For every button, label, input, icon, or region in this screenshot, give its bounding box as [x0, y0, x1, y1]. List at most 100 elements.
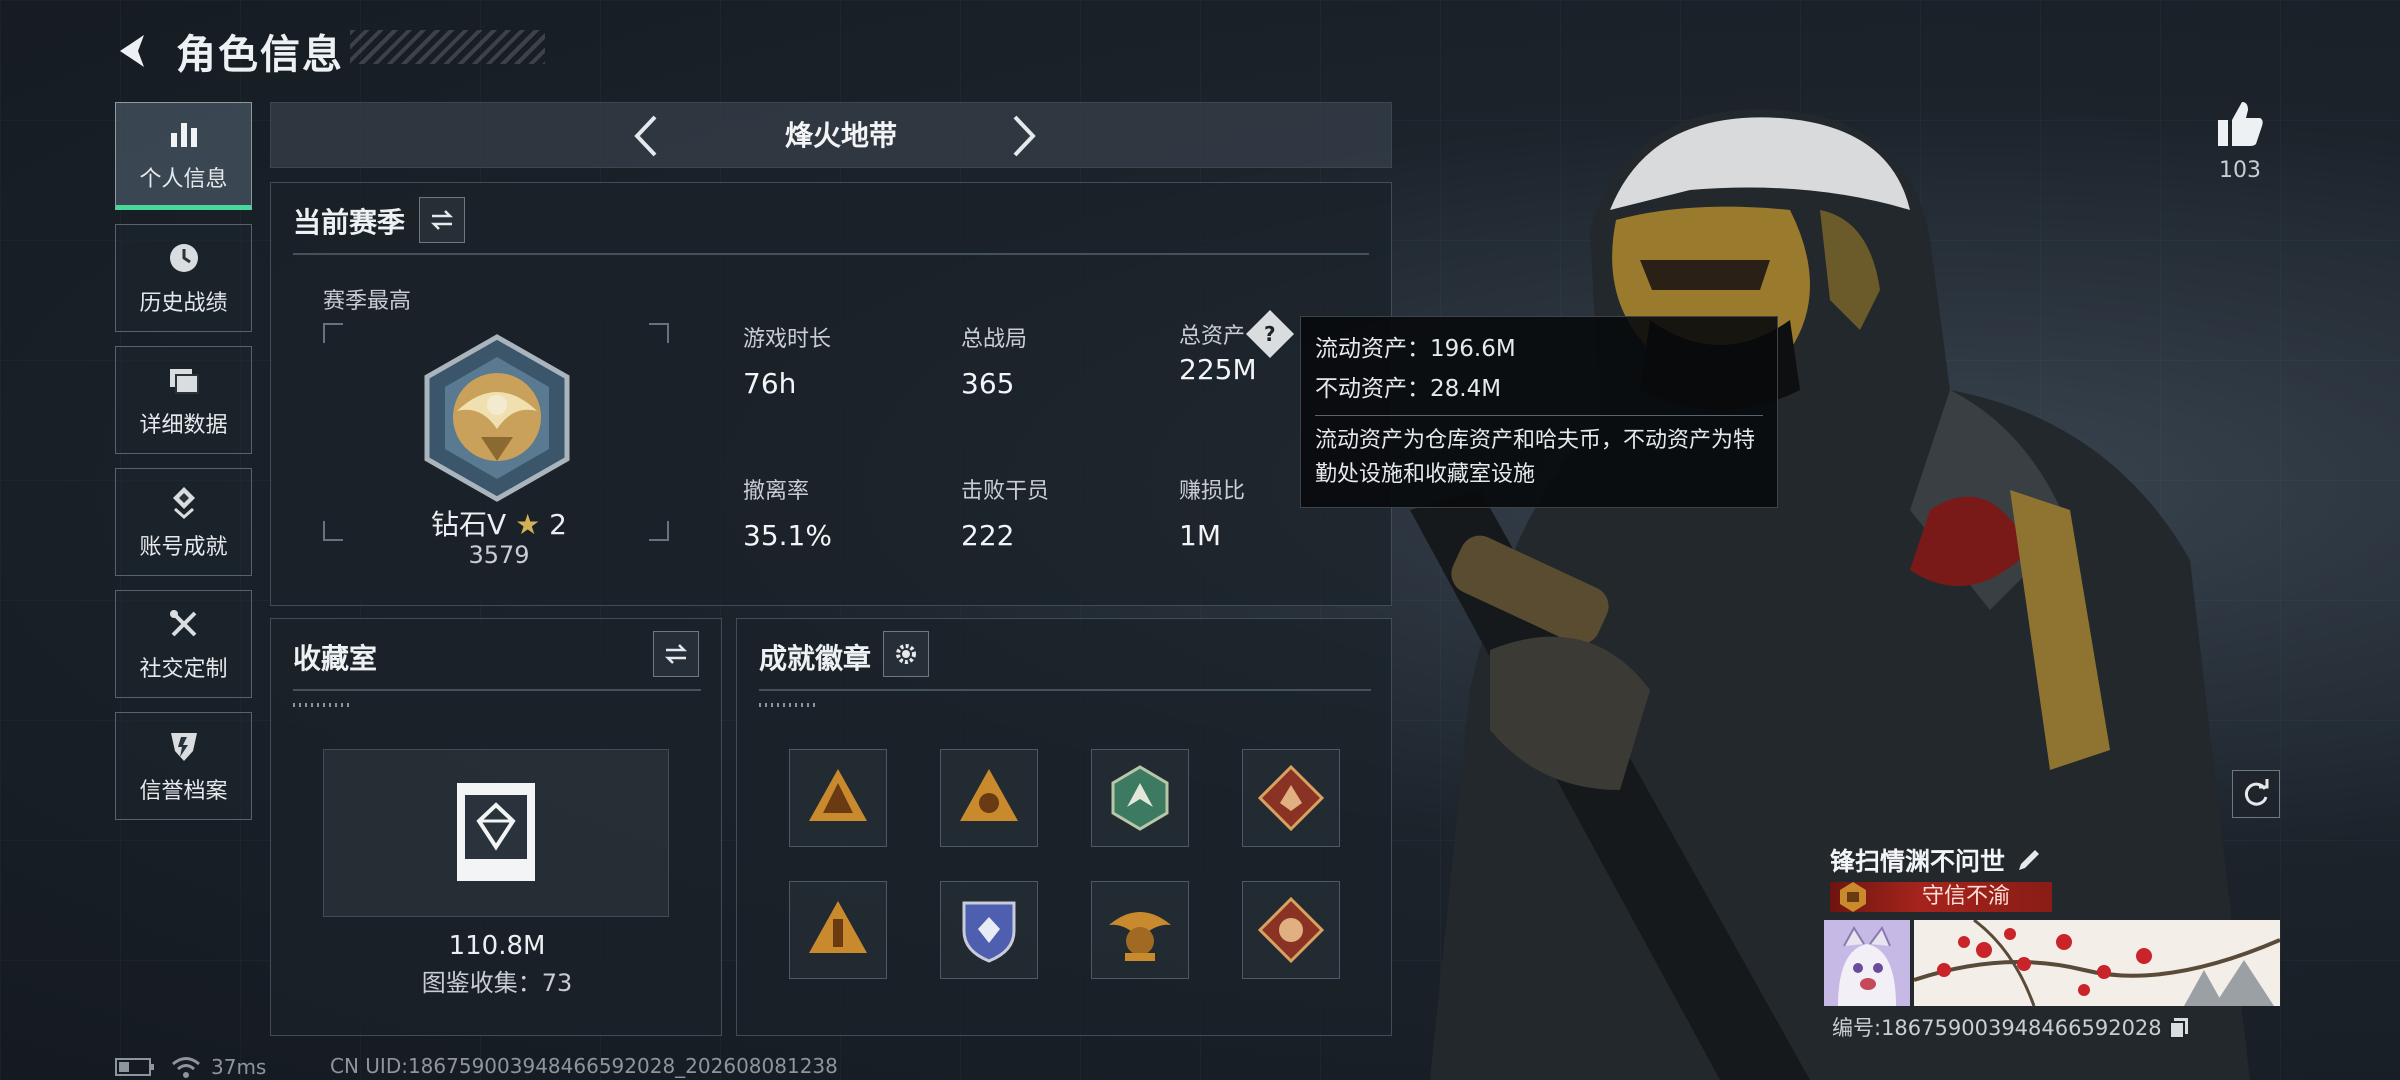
player-name-text: 锋扫情渊不问世 [1830, 847, 2006, 876]
swap-arrows-icon [430, 210, 454, 230]
stat-value: 76h [743, 367, 797, 400]
dots-decoration [759, 703, 819, 707]
copy-icon[interactable] [2168, 1016, 2190, 1038]
triangle-eye-badge-icon [960, 769, 1018, 821]
stat-extract-rate: 撤离率 35.1% [743, 473, 832, 552]
sidebar-item-label: 账号成就 [139, 535, 228, 560]
stat-value: 1M [1179, 519, 1221, 552]
sidebar: 个人信息 历史战绩 详细数据 账号成就 社交定制 信誉档案 [115, 102, 252, 834]
season-title: 当前赛季 [293, 206, 406, 239]
honor-title: 守信不渝 [1921, 884, 2010, 909]
sidebar-item-personal-info[interactable]: 个人信息 [115, 102, 252, 210]
divider [293, 689, 701, 691]
tooltip-separator [1315, 415, 1763, 416]
eagle-crest-badge-icon [1109, 912, 1171, 961]
badge-slot[interactable] [789, 881, 887, 979]
chevron-right-icon[interactable] [997, 111, 1047, 161]
sidebar-item-reputation[interactable]: 信誉档案 [115, 712, 252, 820]
switch-collection-button[interactable] [653, 631, 699, 677]
achievement-icon [172, 487, 195, 520]
season-panel: 当前赛季 赛季最高 钻石V ★ 2 3579 游戏时长 76h 总战局 365 … [270, 182, 1392, 606]
like-count: 103 [2219, 158, 2261, 183]
title-stripes-decoration [350, 30, 545, 64]
divider [293, 253, 1369, 255]
triangle-soldier-badge-icon [809, 901, 867, 953]
shield-badge-icon [170, 733, 197, 761]
sidebar-item-achievements[interactable]: 账号成就 [115, 468, 252, 576]
badge-slot[interactable] [1091, 749, 1189, 847]
player-id: 编号:1867590039484665920​28 [1832, 1012, 2190, 1042]
stat-operators-defeated: 击败干员 222 [961, 473, 1049, 552]
diamond-rank-medal-icon [424, 334, 570, 502]
stat-play-time: 游戏时长 76h [743, 321, 831, 400]
rank-tier: 钻石V [431, 508, 507, 541]
stat-label: 总资产 [1179, 324, 1246, 349]
sidebar-item-label: 历史战绩 [139, 291, 228, 316]
chevron-left-icon[interactable] [623, 111, 673, 161]
status-bar: 37ms [115, 1054, 266, 1080]
badge-settings-button[interactable] [883, 631, 929, 677]
badges-title: 成就徽章 [759, 642, 872, 675]
badges-panel: 成就徽章 [736, 618, 1392, 1036]
shield-gem-badge-icon [962, 901, 1016, 963]
player-id-text: 编号:1867590039484665920​28 [1832, 1016, 2162, 1040]
badge-slot[interactable] [940, 881, 1038, 979]
tooltip-description: 流动资产为仓库资产和哈夫币，不动资产为特勤处设施和收藏室设施 [1315, 428, 1756, 487]
mode-selector: 烽火地带 [270, 102, 1392, 168]
uid-text: CN UID:1867590039484665920​28_2026080812… [330, 1054, 838, 1078]
collection-value: 110.8M [448, 931, 546, 961]
page-title: 角色信息 [176, 32, 344, 78]
help-icon[interactable]: ? [1245, 309, 1295, 359]
plum-blossom-banner [1914, 920, 2280, 1006]
dots-decoration [293, 703, 353, 707]
diamond-beast-badge-icon [1257, 896, 1325, 964]
bar-chart-icon [170, 123, 197, 147]
switch-season-button[interactable] [419, 197, 465, 243]
stat-label: 总战局 [961, 327, 1028, 352]
sidebar-item-label: 个人信息 [139, 167, 228, 192]
stat-total-assets: 总资产 ? 225M [1179, 309, 1295, 386]
honor-emblem-icon [1840, 882, 1866, 912]
wifi-icon [172, 1057, 200, 1078]
badge-slot[interactable] [1242, 881, 1340, 979]
tooltip-liquid-assets: 流动资产：196.6M [1315, 336, 1516, 362]
stat-label: 撤离率 [743, 479, 810, 504]
refresh-button[interactable] [2232, 770, 2280, 818]
sidebar-item-label: 社交定制 [139, 657, 228, 682]
stat-label: 赚损比 [1179, 479, 1246, 504]
badge-slot[interactable] [940, 749, 1038, 847]
edit-pencil-icon[interactable] [2015, 846, 2043, 874]
collection-count: 图鉴收集：73 [421, 969, 573, 997]
rank-name: 钻石V ★ 2 [371, 503, 627, 543]
help-glyph: ? [1264, 321, 1276, 346]
history-clock-icon [169, 244, 198, 272]
stat-label-row: 总资产 ? [1179, 309, 1295, 359]
hexagon-wolf-badge-icon [1111, 765, 1169, 831]
sidebar-item-label: 信誉档案 [139, 779, 228, 804]
sidebar-item-label: 详细数据 [139, 413, 228, 438]
avatar[interactable] [1824, 920, 1910, 1006]
stat-value: 225M [1179, 353, 1257, 386]
sidebar-item-history[interactable]: 历史战绩 [115, 224, 252, 332]
ping-value: 37ms [211, 1055, 267, 1079]
diamond-dragon-badge-icon [1257, 764, 1325, 832]
back-arrow-icon[interactable] [112, 29, 156, 73]
page-header: 角色信息 [112, 22, 344, 80]
thumbs-up-icon[interactable] [2212, 96, 2268, 152]
badge-slot[interactable] [789, 749, 887, 847]
mode-title: 烽火地带 [784, 119, 897, 152]
stat-total-matches: 总战局 365 [961, 321, 1027, 400]
badge-slot[interactable] [1091, 881, 1189, 979]
stat-value: 222 [961, 519, 1015, 552]
badge-slot[interactable] [1242, 749, 1340, 847]
stat-value: 365 [961, 367, 1015, 400]
season-best-label: 赛季最高 [323, 289, 412, 314]
wrench-screwdriver-icon [169, 610, 196, 637]
folders-icon [169, 369, 199, 394]
swap-arrows-icon [664, 644, 688, 664]
player-name: 锋扫情渊不问世 [1830, 842, 2043, 878]
sidebar-item-social[interactable]: 社交定制 [115, 590, 252, 698]
display-case-icon [457, 783, 535, 881]
battery-icon [115, 1058, 154, 1076]
sidebar-item-detailed-data[interactable]: 详细数据 [115, 346, 252, 454]
